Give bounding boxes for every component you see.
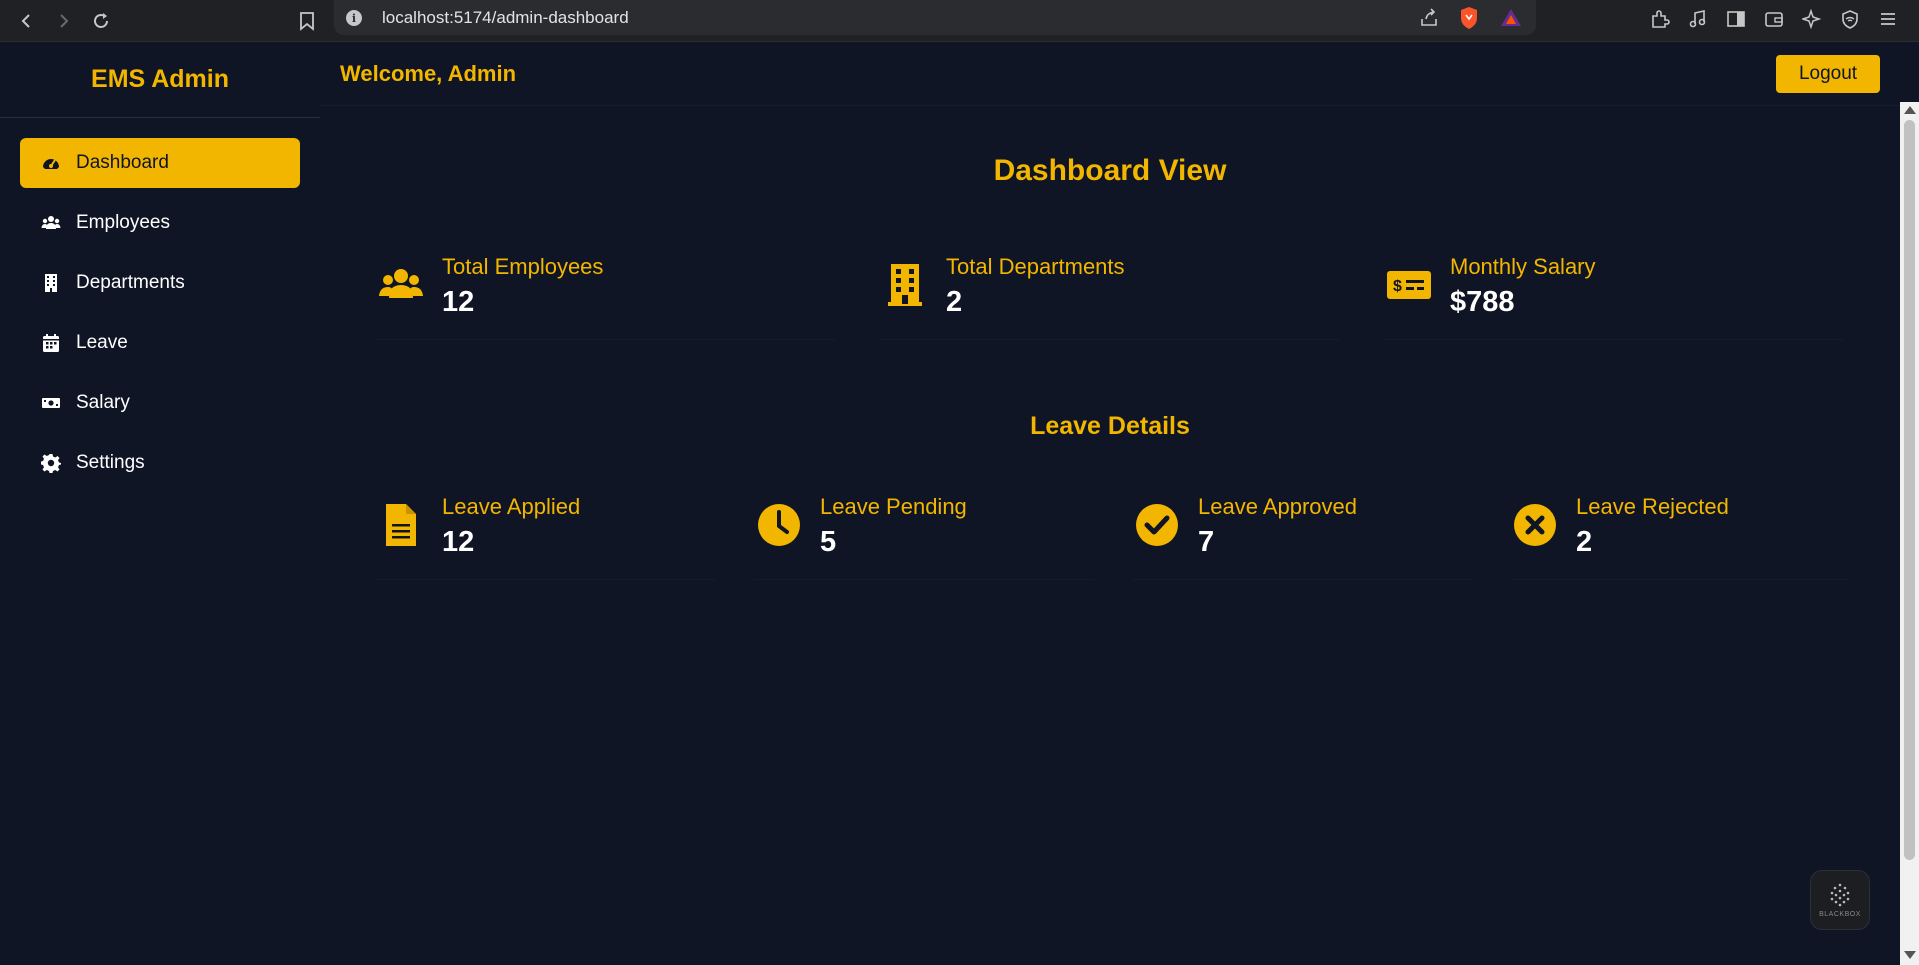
leave-card-applied: Leave Applied 12 (376, 490, 716, 580)
logout-button[interactable]: Logout (1776, 54, 1880, 93)
sidebar-item-salary[interactable]: Salary (20, 378, 300, 428)
brand-title: EMS Admin (0, 42, 320, 118)
page-title: Dashboard View (993, 154, 1227, 187)
card-value: 12 (442, 286, 475, 318)
brave-shields-icon[interactable] (1458, 6, 1480, 30)
sidebar-item-label: Departments (76, 272, 185, 293)
card-value: 2 (1576, 526, 1593, 558)
url-text[interactable]: localhost:5174/admin-dashboard (382, 8, 629, 28)
building-icon (880, 260, 930, 310)
check-circle-icon (1132, 500, 1182, 550)
users-icon (40, 212, 62, 234)
sidebar-item-departments[interactable]: Departments (20, 258, 300, 308)
blackbox-widget[interactable]: BLACKBOX (1810, 870, 1870, 930)
sidebar-item-label: Employees (76, 212, 170, 233)
music-icon[interactable] (1685, 6, 1711, 32)
summary-card-departments: Total Departments 2 (880, 250, 1340, 340)
back-icon[interactable] (14, 8, 40, 34)
building-icon (40, 272, 62, 294)
leave-card-approved: Leave Approved 7 (1132, 490, 1472, 580)
site-info-icon[interactable]: i (346, 10, 362, 26)
card-value: $788 (1450, 286, 1515, 318)
card-label: Leave Rejected (1576, 494, 1729, 519)
scroll-up-icon[interactable] (1904, 106, 1916, 114)
leave-card-pending: Leave Pending 5 (754, 490, 1094, 580)
money-bill-icon (40, 392, 62, 414)
summary-card-salary: $ Monthly Salary $788 (1384, 250, 1844, 340)
brave-rewards-icon[interactable] (1500, 7, 1522, 29)
scroll-down-icon[interactable] (1904, 951, 1916, 959)
bookmark-icon[interactable] (294, 8, 320, 34)
gear-icon (40, 452, 62, 474)
card-label: Leave Pending (820, 494, 967, 519)
sidebar-item-employees[interactable]: Employees (20, 198, 300, 248)
topbar: Welcome, Admin Logout (320, 42, 1900, 106)
leo-ai-icon[interactable] (1799, 6, 1825, 32)
blackbox-label: BLACKBOX (1819, 911, 1861, 918)
sidebar-item-dashboard[interactable]: Dashboard (20, 138, 300, 188)
address-bar[interactable]: i localhost:5174/admin-dashboard (334, 0, 1536, 35)
card-value: 2 (946, 286, 963, 318)
sidebar-menu: Dashboard Employees Departments Leave Sa… (0, 118, 320, 488)
blackbox-logo-icon (1830, 883, 1850, 907)
browser-toolbar: i localhost:5174/admin-dashboard (0, 0, 1919, 42)
card-label: Total Employees (442, 254, 604, 279)
money-check-icon: $ (1384, 260, 1434, 310)
forward-icon[interactable] (50, 8, 76, 34)
card-value: 7 (1198, 526, 1215, 558)
sidebar-item-settings[interactable]: Settings (20, 438, 300, 488)
scrollbar-thumb[interactable] (1904, 120, 1915, 860)
leave-details-title: Leave Details (1030, 412, 1190, 440)
file-text-icon (376, 500, 426, 550)
sidebar: EMS Admin Dashboard Employees Department… (0, 42, 320, 965)
sidebar-toggle-icon[interactable] (1723, 6, 1749, 32)
card-label: Leave Approved (1198, 494, 1358, 519)
calendar-icon (40, 332, 62, 354)
leave-card-rejected: Leave Rejected 2 (1510, 490, 1850, 580)
card-label: Leave Applied (442, 494, 581, 519)
card-label: Total Departments (946, 254, 1125, 279)
card-value: 5 (820, 526, 837, 558)
sidebar-item-label: Salary (76, 392, 130, 413)
times-circle-icon (1510, 500, 1560, 550)
vpn-icon[interactable] (1837, 6, 1863, 32)
clock-icon (754, 500, 804, 550)
sidebar-item-leave[interactable]: Leave (20, 318, 300, 368)
sidebar-item-label: Leave (76, 332, 128, 353)
dashboard-main: Dashboard View Total Employees 12 Total … (320, 106, 1900, 965)
share-icon[interactable] (1418, 7, 1440, 29)
card-label: Monthly Salary (1450, 254, 1596, 279)
welcome-text: Welcome, Admin (340, 60, 517, 86)
app: EMS Admin Dashboard Employees Department… (0, 42, 1900, 965)
wallet-icon[interactable] (1761, 6, 1787, 32)
sidebar-item-label: Settings (76, 452, 145, 473)
page-scrollbar[interactable] (1900, 102, 1919, 965)
summary-card-employees: Total Employees 12 (376, 250, 836, 340)
extensions-icon[interactable] (1647, 6, 1673, 32)
sidebar-item-label: Dashboard (76, 152, 169, 173)
svg-text:$: $ (1393, 278, 1402, 295)
menu-icon[interactable] (1875, 6, 1901, 32)
reload-icon[interactable] (88, 8, 114, 34)
users-icon (376, 260, 426, 310)
card-value: 12 (442, 526, 475, 558)
tachometer-icon (40, 152, 62, 174)
